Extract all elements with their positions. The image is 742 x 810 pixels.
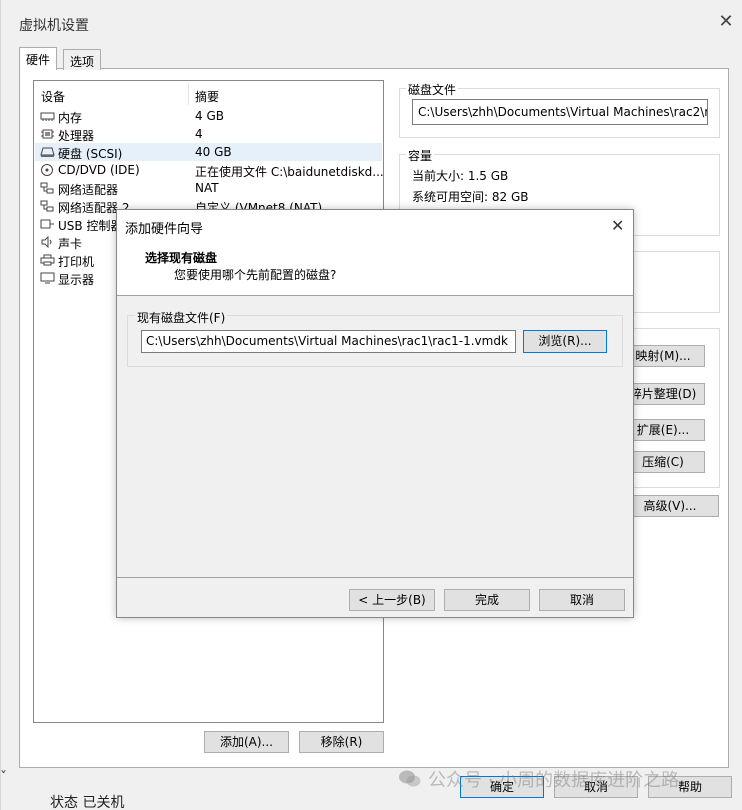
- wizard-title: 添加硬件向导: [125, 222, 204, 237]
- device-row-hard-disk[interactable]: 硬盘 (SCSI) 40 GB: [35, 143, 382, 161]
- window-close-icon[interactable]: ✕: [718, 13, 734, 31]
- existing-disk-file-label: 现有磁盘文件(F): [135, 309, 228, 326]
- device-row-cd-dvd[interactable]: CD/DVD (IDE) 正在使用文件 C:\baidunetdiskd...: [35, 161, 384, 179]
- device-name: 内存: [58, 111, 83, 125]
- remove-hardware-button[interactable]: 移除(R): [299, 731, 384, 753]
- device-name: 网络适配器: [58, 183, 119, 197]
- current-size-label: 当前大小: 1.5 GB: [412, 169, 509, 183]
- sound-icon: [41, 236, 52, 248]
- device-name: 打印机: [58, 255, 95, 269]
- background-window-edge: ˇ: [0, 770, 7, 786]
- column-header-device[interactable]: 设备: [41, 88, 65, 105]
- hard-disk-icon: [40, 147, 55, 157]
- disk-file-path-field[interactable]: C:\Users\zhh\Documents\Virtual Machines\…: [412, 99, 708, 125]
- display-icon: [40, 272, 55, 284]
- device-summary: NAT: [195, 181, 219, 195]
- device-row-network-adapter[interactable]: 网络适配器 NAT: [35, 179, 382, 197]
- wizard-subheading: 您要使用哪个先前配置的磁盘?: [174, 268, 337, 282]
- tab-hardware[interactable]: 硬件: [19, 47, 58, 70]
- device-summary: 40 GB: [195, 145, 232, 159]
- device-summary: 4 GB: [195, 109, 224, 123]
- existing-disk-path-input[interactable]: C:\Users\zhh\Documents\Virtual Machines\…: [141, 330, 516, 353]
- disk-file-group-title: 磁盘文件: [406, 81, 459, 98]
- capacity-group-title: 容量: [406, 147, 435, 164]
- wizard-cancel-button[interactable]: 取消: [539, 589, 625, 611]
- add-hardware-wizard: 添加硬件向导 ✕ 选择现有磁盘 您要使用哪个先前配置的磁盘? 现有磁盘文件(F)…: [116, 209, 634, 618]
- device-name: 声卡: [58, 237, 83, 251]
- device-summary: 4: [195, 127, 203, 141]
- memory-icon: [40, 112, 55, 121]
- wizard-divider: [117, 577, 633, 578]
- watermark-text: 公众号 · 小周的数据库进阶之路: [428, 770, 680, 791]
- device-name: 显示器: [58, 273, 95, 287]
- free-space-label: 系统可用空间: 82 GB: [412, 190, 529, 204]
- wizard-heading: 选择现有磁盘: [145, 251, 218, 265]
- usb-icon: [40, 219, 54, 229]
- tab-options[interactable]: 选项: [63, 49, 102, 70]
- device-row-processor[interactable]: 处理器 4: [35, 125, 382, 143]
- advanced-button[interactable]: 高级(V)...: [621, 495, 719, 517]
- background-status-text: 状态 已关机: [50, 795, 125, 810]
- finish-button[interactable]: 完成: [444, 589, 530, 611]
- wechat-icon: [399, 770, 421, 787]
- device-summary: 正在使用文件 C:\baidunetdiskd...: [195, 165, 384, 179]
- wizard-close-icon[interactable]: ✕: [611, 216, 624, 235]
- device-name: CD/DVD (IDE): [58, 163, 140, 177]
- network-adapter-icon: [40, 182, 54, 194]
- device-name: 硬盘 (SCSI): [58, 147, 123, 161]
- printer-icon: [40, 254, 55, 266]
- device-name: 处理器: [58, 129, 95, 143]
- window-title: 虚拟机设置: [19, 18, 89, 34]
- device-row-memory[interactable]: 内存 4 GB: [35, 107, 382, 125]
- column-divider[interactable]: [188, 83, 189, 105]
- network-adapter-icon: [40, 200, 54, 212]
- add-hardware-button[interactable]: 添加(A)...: [204, 731, 289, 753]
- column-header-summary[interactable]: 摘要: [195, 88, 219, 105]
- cd-dvd-icon: [41, 164, 53, 176]
- browse-button[interactable]: 浏览(R)...: [523, 330, 607, 353]
- back-button[interactable]: < 上一步(B): [349, 589, 435, 611]
- device-name: USB 控制器: [58, 219, 123, 233]
- processor-icon: [41, 129, 54, 139]
